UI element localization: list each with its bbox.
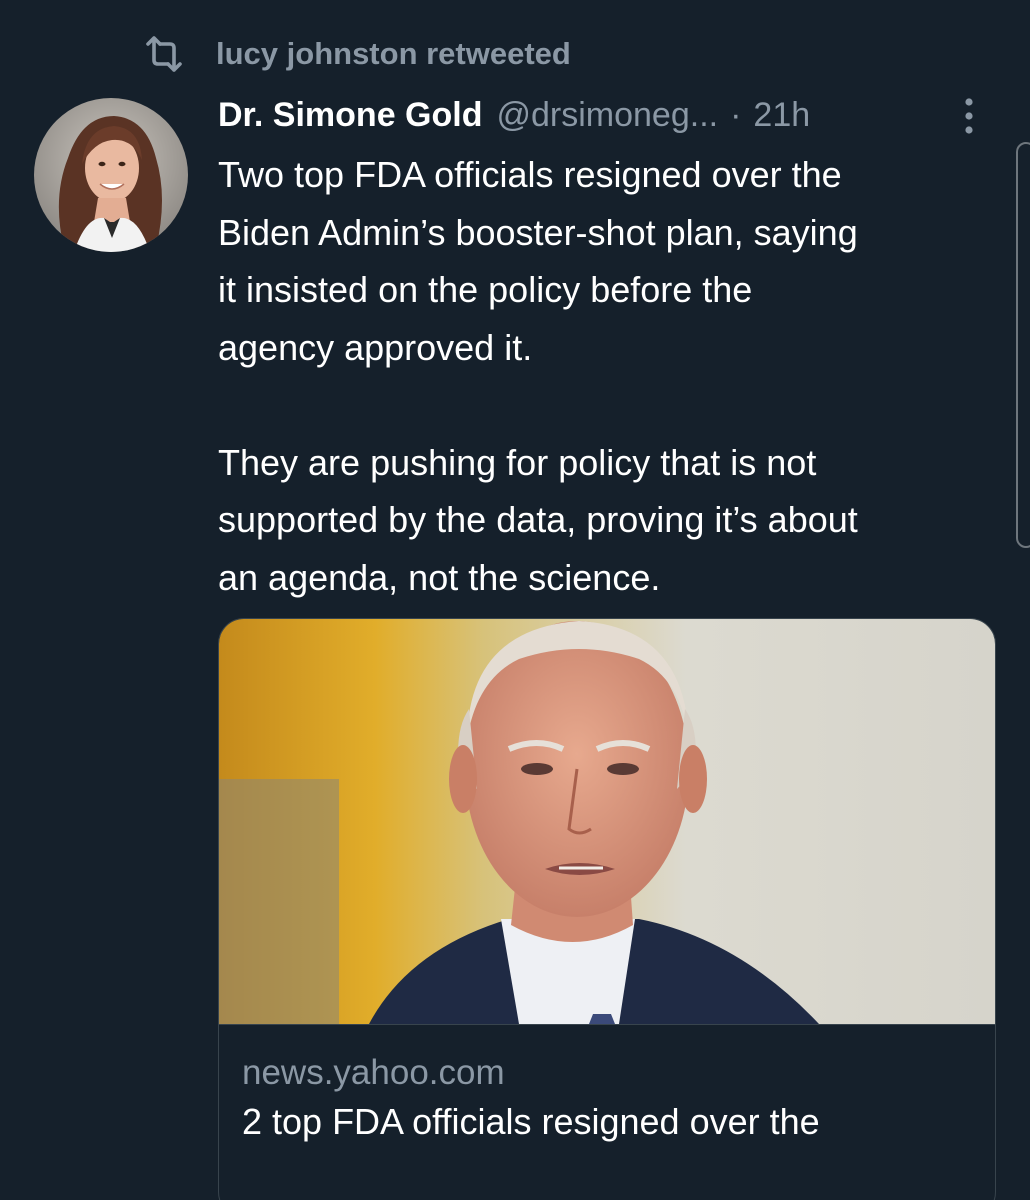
tweet-timestamp[interactable]: 21h: [753, 96, 810, 135]
tweet-screen: lucy johnston retweeted Dr. Simone Gold …: [0, 0, 1030, 1200]
news-photo: [219, 619, 995, 1024]
author-handle[interactable]: @drsimoneg...: [496, 96, 718, 135]
retweet-banner[interactable]: lucy johnston retweeted: [142, 32, 571, 76]
card-divider: [219, 1024, 995, 1025]
separator-dot: ·: [730, 95, 742, 134]
author-avatar[interactable]: [34, 98, 188, 252]
tweet-header: Dr. Simone Gold @drsimoneg... · 21h: [218, 92, 1008, 138]
card-title: 2 top FDA officials resigned over the: [242, 1101, 820, 1142]
retweet-banner-text: lucy johnston retweeted: [216, 36, 571, 71]
link-preview-card[interactable]: news.yahoo.com 2 top FDA officials resig…: [218, 618, 996, 1200]
retweet-icon: [142, 34, 186, 74]
author-name[interactable]: Dr. Simone Gold: [218, 96, 482, 135]
avatar-photo: [34, 98, 188, 252]
more-vertical-icon[interactable]: [958, 96, 980, 136]
tweet-body: Two top FDA officials resigned over the …: [218, 154, 858, 598]
scrollbar[interactable]: [1016, 142, 1030, 548]
card-domain: news.yahoo.com: [242, 1053, 505, 1092]
